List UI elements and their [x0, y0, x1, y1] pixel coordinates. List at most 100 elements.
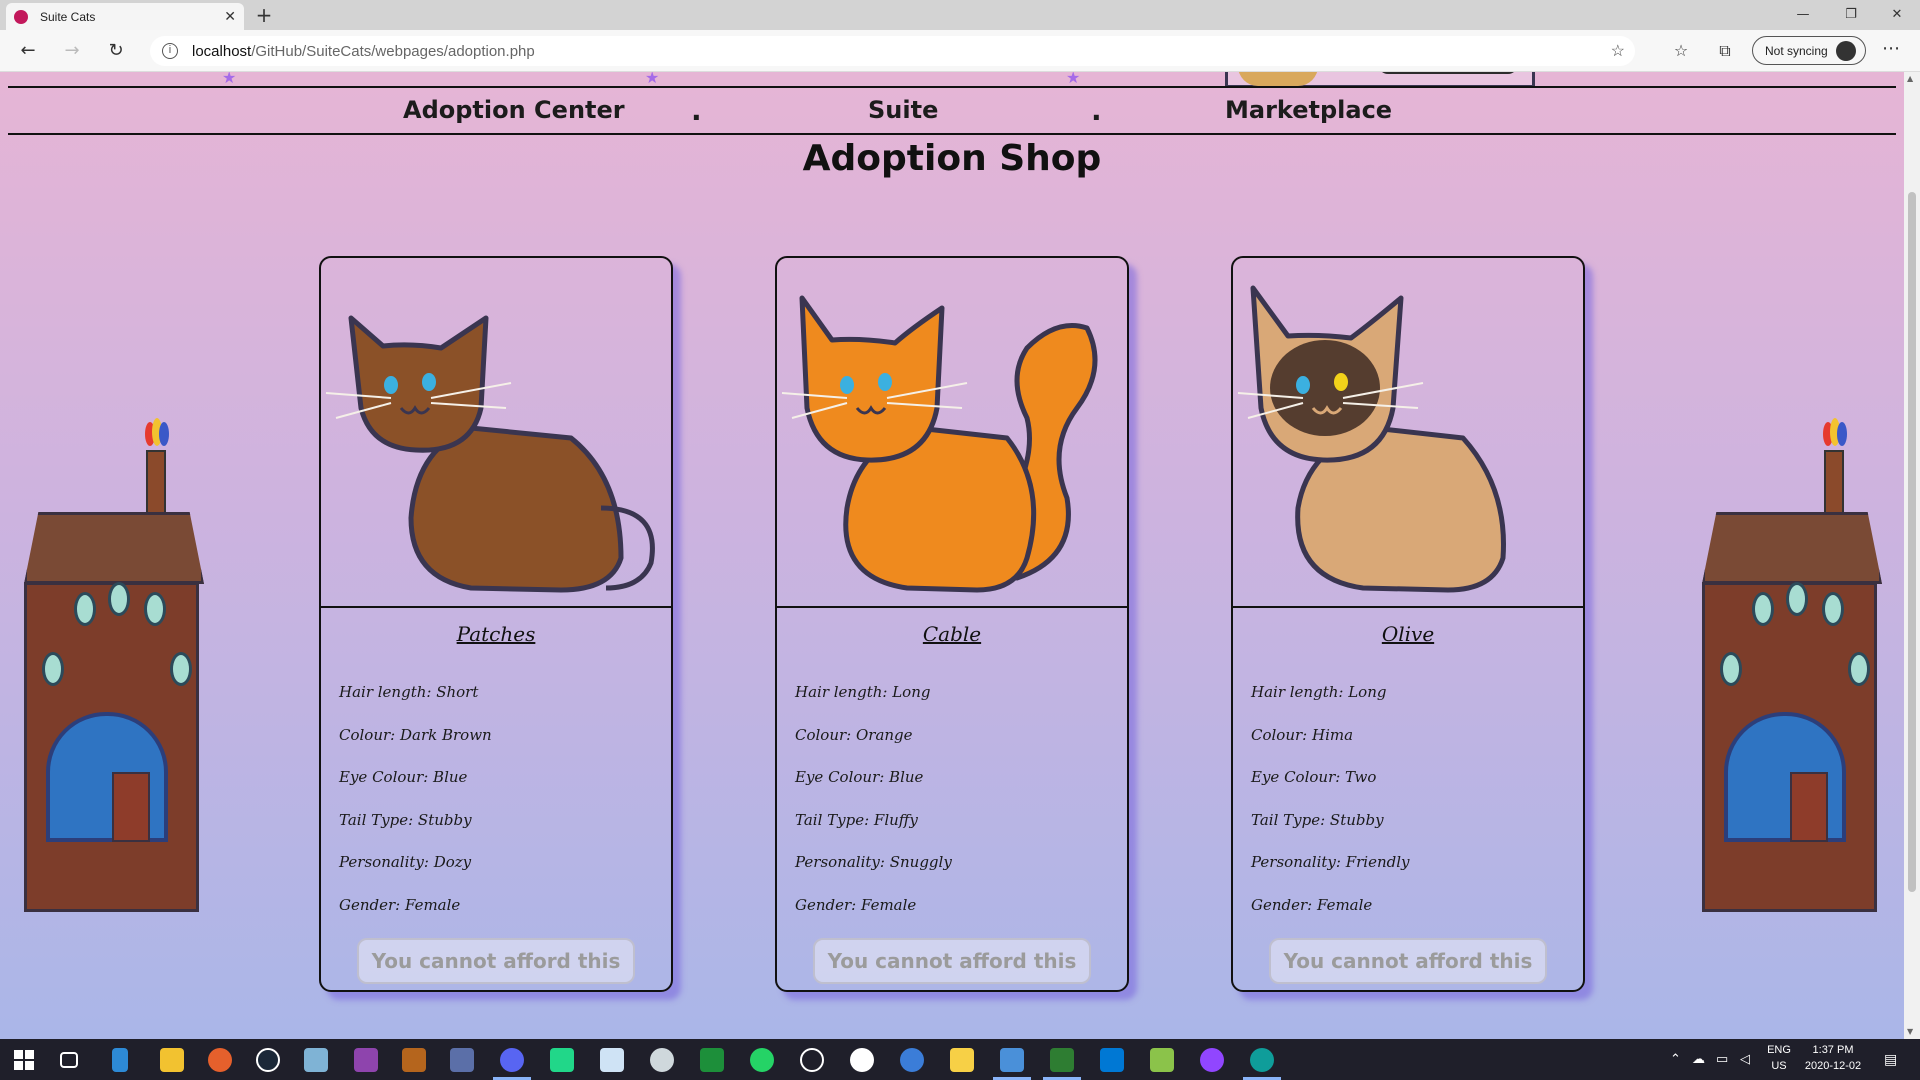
app-icon[interactable] — [304, 1048, 328, 1072]
cat-image — [777, 258, 1127, 608]
profile-sync-button[interactable]: Not syncing — [1752, 36, 1866, 65]
sync-label: Not syncing — [1765, 43, 1828, 58]
search-app-icon[interactable] — [900, 1048, 924, 1072]
chimney — [146, 450, 166, 520]
attr-colour: Colour: Hima — [1251, 726, 1354, 744]
nav-suite[interactable]: Suite — [868, 96, 938, 124]
new-tab-button[interactable]: + — [252, 3, 276, 27]
network-app-icon[interactable] — [1000, 1048, 1024, 1072]
cat-eye-icon — [384, 376, 398, 394]
scroll-up-icon[interactable]: ▲ — [1907, 74, 1913, 83]
language-code[interactable]: ENG — [1764, 1044, 1794, 1056]
notepad-icon[interactable] — [1150, 1048, 1174, 1072]
back-arrow-icon[interactable]: ← — [16, 40, 40, 61]
more-menu-icon[interactable]: ⋯ — [1882, 38, 1900, 59]
paw-pad-icon — [108, 582, 130, 616]
vertical-scrollbar[interactable]: ▲ ▼ — [1904, 72, 1920, 1039]
browser-tab-bar: Suite Cats ✕ + — ❐ ✕ — [0, 0, 1920, 30]
app-icon[interactable] — [402, 1048, 426, 1072]
attr-personality: Personality: Snuggly — [795, 853, 952, 871]
discord-icon[interactable] — [500, 1048, 524, 1072]
nav-marketplace[interactable]: Marketplace — [1225, 96, 1392, 124]
adopt-button[interactable]: You cannot afford this cat. — [1269, 938, 1547, 984]
edge-icon[interactable] — [1250, 1048, 1274, 1072]
scroll-down-icon[interactable]: ▼ — [1907, 1027, 1913, 1036]
clock-time[interactable]: 1:37 PM — [1798, 1044, 1868, 1056]
url-host: localhost — [192, 42, 252, 60]
app-icon[interactable] — [450, 1048, 474, 1072]
url-path: /GitHub/SuiteCats/webpages/adoption.php — [251, 42, 535, 60]
app-icon[interactable] — [1050, 1048, 1074, 1072]
cat-name: Olive — [1381, 622, 1435, 646]
attr-colour: Colour: Dark Brown — [339, 726, 492, 744]
scrollbar-thumb[interactable] — [1908, 192, 1916, 892]
main-nav: Adoption Center . Suite . Marketplace — [0, 88, 1904, 133]
cat-eye-icon — [840, 376, 854, 394]
cat-illustration-icon — [1238, 72, 1318, 86]
whatsapp-icon[interactable] — [750, 1048, 774, 1072]
header-decoration: ★ ★ ★ — [0, 72, 1904, 87]
phone-app-icon[interactable] — [112, 1048, 128, 1072]
paw-pad-icon — [144, 592, 166, 626]
favorite-star-icon[interactable]: ☆ — [1611, 41, 1625, 61]
url-field[interactable]: i localhost/GitHub/SuiteCats/webpages/ad… — [150, 36, 1635, 66]
file-explorer-icon[interactable] — [160, 1048, 184, 1072]
close-tab-icon[interactable]: ✕ — [224, 8, 236, 25]
refresh-icon[interactable]: ↻ — [104, 40, 128, 61]
flame-icon — [145, 418, 169, 446]
roof — [24, 512, 204, 584]
spreadsheet-icon[interactable] — [700, 1048, 724, 1072]
favorites-icon[interactable]: ☆ — [1670, 41, 1692, 60]
steam-icon[interactable] — [256, 1048, 280, 1072]
site-info-icon[interactable]: i — [162, 43, 178, 59]
app-icon[interactable] — [650, 1048, 674, 1072]
cat-portrait-icon — [781, 295, 1098, 593]
app-icon[interactable] — [850, 1048, 874, 1072]
firefox-icon[interactable] — [208, 1048, 232, 1072]
app-icon[interactable] — [950, 1048, 974, 1072]
paw-pad-icon — [42, 652, 64, 686]
app-icon[interactable] — [1200, 1048, 1224, 1072]
page-viewport: ★ ★ ★ Adoption Center . Suite . Marketpl… — [0, 72, 1904, 1039]
vscode-icon[interactable] — [1100, 1048, 1124, 1072]
windows-start-icon[interactable] — [12, 1048, 36, 1072]
close-window-button[interactable]: ✕ — [1874, 0, 1920, 30]
restore-button[interactable]: ❐ — [1828, 0, 1874, 30]
tab-title: Suite Cats — [40, 9, 96, 24]
app-icon[interactable] — [600, 1048, 624, 1072]
paw-pad-icon — [170, 652, 192, 686]
obs-icon[interactable] — [800, 1048, 824, 1072]
task-view-icon[interactable] — [60, 1052, 78, 1068]
paw-pad-icon — [1822, 592, 1844, 626]
network-icon[interactable]: ▭ — [1716, 1051, 1728, 1067]
adopt-button[interactable]: You cannot afford this cat. — [357, 938, 635, 984]
onedrive-icon[interactable]: ☁ — [1692, 1051, 1705, 1067]
roof — [1702, 512, 1882, 584]
attr-eye-colour: Eye Colour: Two — [1251, 768, 1377, 786]
cat-card-patches: Patches Hair length: Short Colour: Dark … — [319, 256, 673, 992]
paw-pad-icon — [1720, 652, 1742, 686]
nav-adoption-center[interactable]: Adoption Center — [403, 96, 625, 124]
attr-hair-length: Hair length: Short — [339, 683, 479, 701]
notification-icon[interactable]: ▤ — [1884, 1051, 1897, 1068]
forward-arrow-icon[interactable]: → — [60, 40, 84, 61]
attr-personality: Personality: Dozy — [339, 853, 472, 871]
tray-chevron-icon[interactable]: ⌃ — [1670, 1051, 1681, 1067]
paw-pad-icon — [74, 592, 96, 626]
pycharm-icon[interactable] — [550, 1048, 574, 1072]
volume-icon[interactable]: ◁ — [1740, 1051, 1750, 1067]
browser-tab[interactable]: Suite Cats ✕ — [6, 3, 244, 30]
cat-body — [799, 295, 945, 463]
cat-eye-icon — [1296, 376, 1310, 394]
cat-house-right — [1702, 412, 1882, 912]
visual-studio-icon[interactable] — [354, 1048, 378, 1072]
house-door — [1790, 772, 1828, 842]
collections-icon[interactable]: ⧉ — [1714, 41, 1736, 61]
attr-hair-length: Hair length: Long — [795, 683, 931, 701]
cat-body — [348, 315, 489, 453]
cat-eye-icon — [422, 373, 436, 391]
attr-colour: Colour: Orange — [795, 726, 913, 744]
minimize-button[interactable]: — — [1780, 0, 1826, 30]
adopt-button[interactable]: You cannot afford this cat. — [813, 938, 1091, 984]
attr-gender: Gender: Female — [795, 896, 917, 914]
